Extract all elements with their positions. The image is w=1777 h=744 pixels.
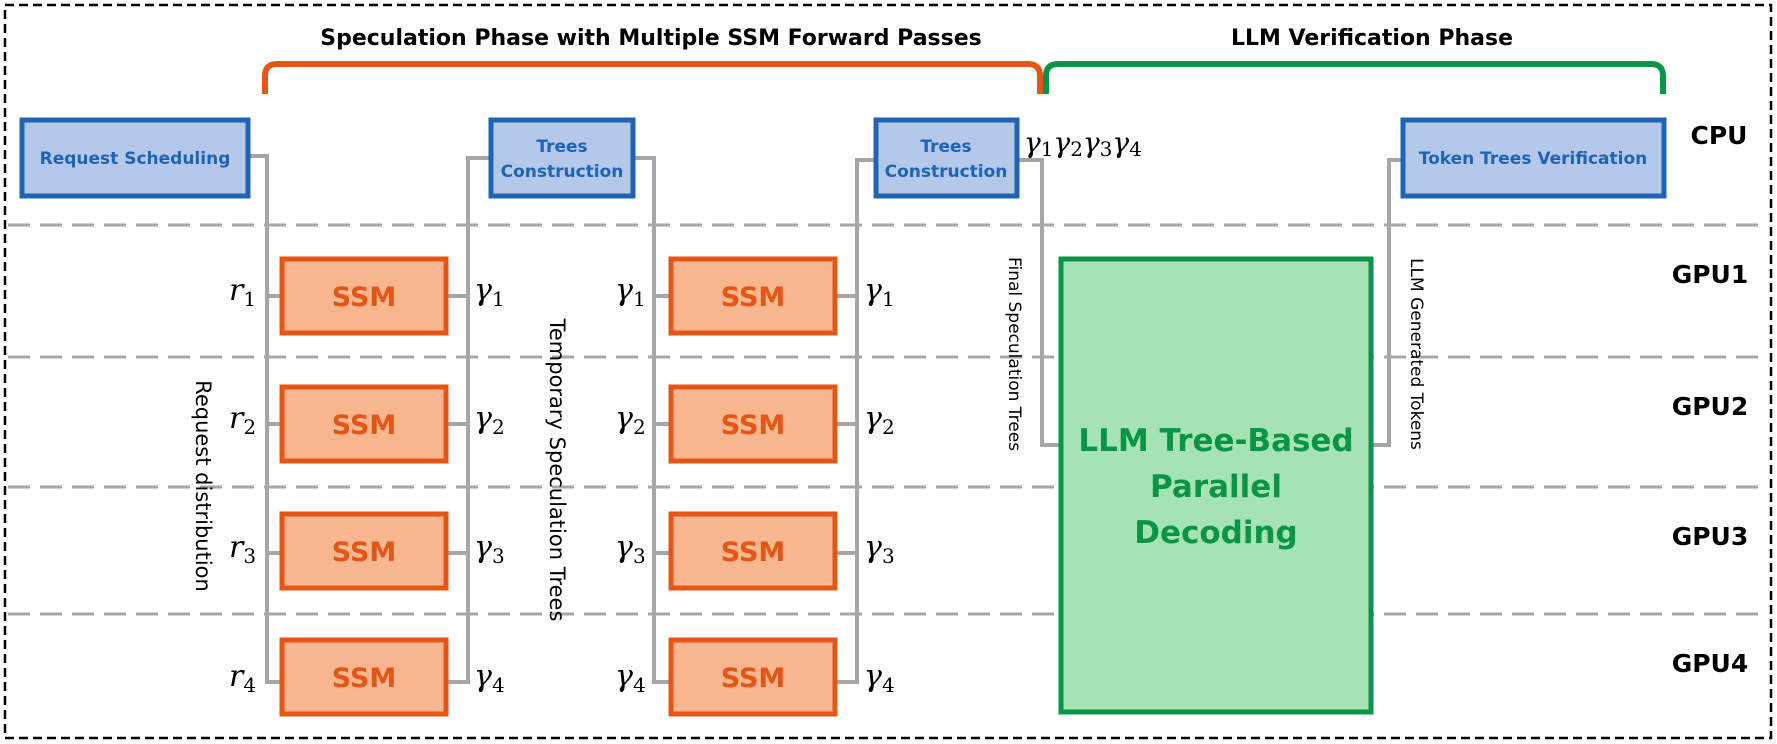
trees-construction-2-line1: Trees: [920, 137, 971, 157]
request-label-r4: r4: [229, 659, 256, 697]
trees-construction-box-2: Trees Construction: [873, 117, 1020, 199]
ssm-block: SSM: [668, 637, 838, 717]
ssm-block: SSM: [668, 511, 838, 591]
gamma-labels-col1-out: γ1 γ2 γ3 γ4: [474, 273, 505, 697]
gamma-label: γ4: [474, 659, 505, 697]
gamma-label: γ2: [474, 401, 505, 439]
ssm-block: SSM: [279, 256, 449, 336]
ssm-block: SSM: [279, 384, 449, 464]
speculation-phase-bracket: [262, 61, 1043, 94]
gamma-label: γ1: [615, 273, 646, 311]
ssm-label: SSM: [332, 282, 397, 313]
gamma-label: γ3: [615, 530, 646, 568]
speculative-inference-diagram: Speculation Phase with Multiple SSM Forw…: [3, 3, 1773, 740]
token-trees-verification-label: Token Trees Verification: [1419, 149, 1647, 169]
ssm-label: SSM: [332, 537, 397, 568]
verification-phase-title: LLM Verification Phase: [1231, 26, 1513, 51]
lane-label-gpu4: GPU4: [1672, 649, 1749, 678]
llm-box-line3: Decoding: [1134, 515, 1298, 551]
request-label-r1: r1: [229, 273, 256, 311]
ssm-label: SSM: [721, 663, 786, 694]
request-label-r2: r2: [229, 401, 256, 439]
trees-construction-1-line1: Trees: [536, 137, 587, 157]
trees-construction-2-line2: Construction: [885, 162, 1008, 182]
verification-phase-bracket: [1043, 61, 1666, 94]
ssm-block: SSM: [668, 384, 838, 464]
gamma-label: γ4: [615, 659, 646, 697]
gamma-label: γ4: [864, 659, 895, 697]
gamma-label: γ3: [474, 530, 505, 568]
lane-label-gpu1: GPU1: [1672, 260, 1749, 289]
request-scheduling-label: Request Scheduling: [40, 149, 231, 169]
token-trees-verification-box: Token Trees Verification: [1400, 117, 1667, 199]
request-label-r3: r3: [229, 530, 256, 568]
ssm-label: SSM: [332, 663, 397, 694]
temporary-speculation-trees-label: Temporary Speculation Trees: [545, 318, 569, 622]
request-distribution-label: Request distribution: [191, 380, 215, 592]
request-labels: r1 r2 r3 r4: [229, 273, 256, 697]
gamma-labels-col2-out: γ1 γ2 γ3 γ4: [864, 273, 895, 697]
ssm-block: SSM: [668, 256, 838, 336]
gamma-label: γ2: [864, 401, 895, 439]
llm-box-line1: LLM Tree-Based: [1078, 423, 1353, 459]
ssm-label: SSM: [721, 537, 786, 568]
ssm-label: SSM: [721, 410, 786, 441]
gamma-sequence-label: γ1γ2γ3γ4: [1024, 126, 1142, 161]
gamma-label: γ1: [474, 273, 505, 311]
speculation-phase-title: Speculation Phase with Multiple SSM Forw…: [320, 26, 982, 51]
lane-label-cpu: CPU: [1691, 121, 1748, 150]
ssm-block: SSM: [279, 637, 449, 717]
lane-label-gpu2: GPU2: [1672, 392, 1749, 421]
trees-construction-box-1: Trees Construction: [488, 117, 636, 199]
ssm-label: SSM: [721, 282, 786, 313]
outer-border: [3, 3, 1773, 740]
gamma-label: γ2: [615, 401, 646, 439]
final-speculation-trees-label: Final Speculation Trees: [1004, 257, 1024, 451]
gamma-label: γ1: [864, 273, 895, 311]
gamma-label: γ3: [864, 530, 895, 568]
llm-parallel-decoding-box: LLM Tree-Based Parallel Decoding: [1058, 256, 1374, 715]
llm-box-line2: Parallel: [1150, 469, 1282, 505]
trees-construction-1-line2: Construction: [501, 162, 624, 182]
lane-label-gpu3: GPU3: [1672, 522, 1749, 551]
llm-generated-tokens-label: LLM Generated Tokens: [1406, 258, 1426, 450]
ssm-block: SSM: [279, 511, 449, 591]
request-scheduling-box: Request Scheduling: [19, 117, 251, 199]
wire-llm-tokens: [1372, 158, 1401, 447]
ssm-label: SSM: [332, 410, 397, 441]
gamma-labels-col2-in: γ1 γ2 γ3 γ4: [615, 273, 646, 697]
